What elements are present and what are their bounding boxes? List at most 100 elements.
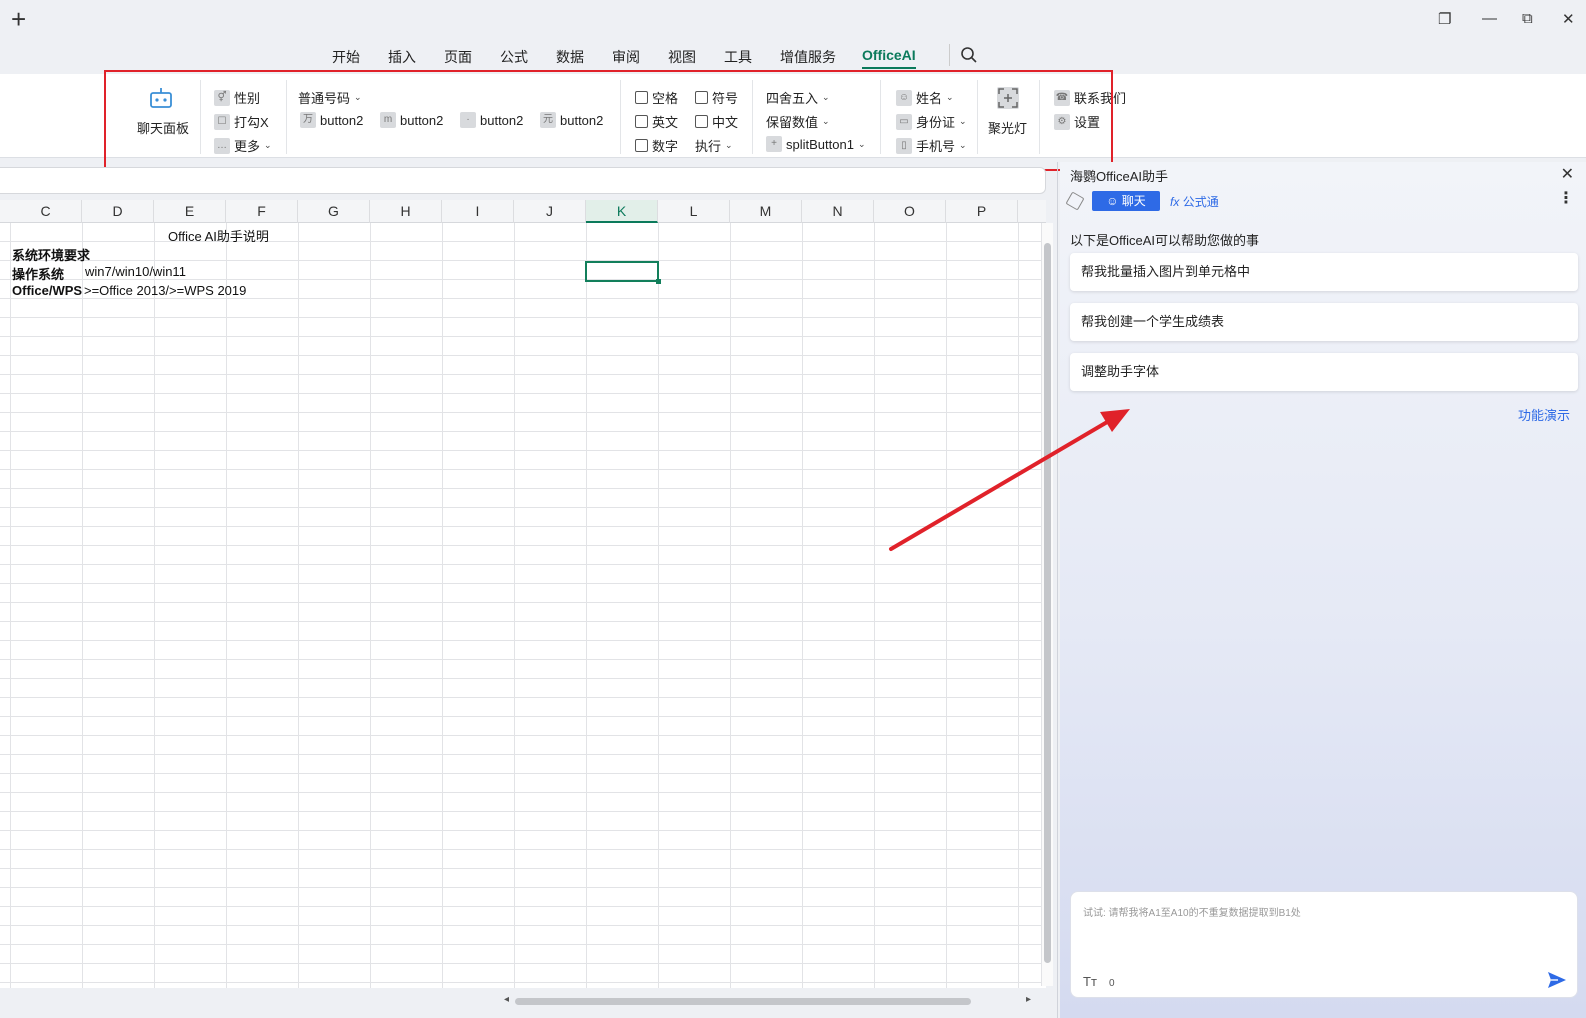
keep-value-dropdown[interactable]: 保留数值 ⌄	[766, 112, 830, 131]
currency-icon: 万	[300, 112, 316, 128]
column-header[interactable]: P	[946, 200, 1018, 223]
maximize-button[interactable]: ⧉	[1522, 10, 1533, 27]
title-bar: + ❐ — ⧉ ✕	[0, 0, 1586, 40]
tab-officeai[interactable]: OfficeAI	[862, 47, 916, 69]
contact-us-button[interactable]: ☎ 联系我们	[1054, 88, 1126, 107]
scroll-thumb[interactable]	[515, 998, 971, 1005]
button2-b[interactable]: m button2	[380, 112, 443, 128]
horizontal-scrollbar[interactable]: ◂ ▸	[0, 990, 1046, 1014]
chinese-checkbox[interactable]: 中文	[695, 112, 738, 131]
ribbon-divider	[286, 80, 287, 154]
id-card-icon: ▭	[896, 113, 912, 130]
column-header[interactable]: F	[226, 200, 298, 223]
column-header[interactable]: M	[730, 200, 802, 223]
number-checkbox[interactable]: 数字	[635, 136, 678, 155]
feature-demo-link[interactable]: 功能演示	[1518, 405, 1570, 424]
tab-review[interactable]: 审阅	[612, 47, 640, 67]
symbol-checkbox[interactable]: 符号	[695, 88, 738, 107]
cell-os-value[interactable]: win7/win10/win11	[85, 264, 186, 279]
suggestion-card[interactable]: 帮我创建一个学生成绩表	[1070, 303, 1578, 341]
column-header-selected[interactable]: K	[586, 200, 658, 223]
normal-number-dropdown[interactable]: 普通号码 ⌄	[298, 88, 362, 107]
column-header[interactable]: H	[370, 200, 442, 223]
column-header[interactable]: O	[874, 200, 946, 223]
font-size-icon[interactable]: Tт	[1083, 974, 1097, 989]
chat-input-placeholder: 试试: 请帮我将A1至A10的不重复数据提取到B1处	[1083, 908, 1301, 919]
chat-panel-label: 聊天面板	[137, 121, 190, 136]
chevron-down-icon: ⌄	[959, 116, 967, 126]
spreadsheet: C D E F G H I J K L M N O P	[0, 200, 1046, 988]
id-card-dropdown[interactable]: ▭ 身份证 ⌄	[896, 112, 967, 131]
chat-input-box[interactable]: 试试: 请帮我将A1至A10的不重复数据提取到B1处 Tт 0	[1070, 891, 1578, 998]
cell-office-value[interactable]: >=Office 2013/>=WPS 2019	[84, 283, 246, 298]
column-header-row: C D E F G H I J K L M N O P	[0, 200, 1046, 223]
column-header[interactable]: N	[802, 200, 874, 223]
more-dropdown[interactable]: … 更多 ⌄	[214, 136, 272, 155]
tab-view[interactable]: 视图	[668, 47, 696, 67]
formula-tab-button[interactable]: fx 公式通	[1170, 193, 1219, 210]
panel-divider	[1057, 162, 1058, 1018]
cell-title[interactable]: Office AI助手说明	[168, 226, 269, 245]
button2-a[interactable]: 万 button2	[300, 112, 363, 128]
tab-value-added[interactable]: 增值服务	[780, 47, 836, 67]
round-dropdown[interactable]: 四舍五入 ⌄	[766, 88, 830, 107]
tab-tools[interactable]: 工具	[724, 47, 752, 67]
cell-os-label[interactable]: 操作系统	[12, 264, 64, 283]
tab-start[interactable]: 开始	[332, 47, 360, 67]
column-header[interactable]: I	[442, 200, 514, 223]
chevron-down-icon: ⌄	[264, 140, 272, 150]
send-icon[interactable]	[1547, 970, 1567, 990]
tab-formula[interactable]: 公式	[500, 47, 528, 67]
suggestion-card[interactable]: 调整助手字体	[1070, 353, 1578, 391]
cell-grid[interactable]	[0, 223, 1046, 988]
close-icon[interactable]: ✕	[1561, 164, 1574, 184]
column-header[interactable]: G	[298, 200, 370, 223]
execute-dropdown[interactable]: 执行 ⌄	[695, 136, 733, 155]
minimize-button[interactable]: —	[1482, 10, 1497, 27]
column-header[interactable]: J	[514, 200, 586, 223]
ribbon-divider	[1039, 80, 1040, 154]
column-header[interactable]: D	[82, 200, 154, 223]
cell-env-req[interactable]: 系统环境要求	[12, 245, 90, 264]
vertical-scrollbar[interactable]	[1041, 223, 1053, 986]
column-header[interactable]: E	[154, 200, 226, 223]
ribbon-divider	[752, 80, 753, 154]
split-button[interactable]: + splitButton1 ⌄	[766, 136, 865, 152]
spotlight-button[interactable]: 聚光灯	[988, 84, 1032, 136]
yuan-icon: 元	[540, 112, 556, 128]
ribbon-divider	[200, 80, 201, 154]
chevron-down-icon: ⌄	[946, 92, 954, 102]
chevron-down-icon: ⌄	[959, 140, 967, 150]
tab-data[interactable]: 数据	[556, 47, 584, 67]
new-tab-button[interactable]: +	[11, 6, 26, 32]
button2-c[interactable]: · button2	[460, 112, 523, 128]
space-checkbox[interactable]: 空格	[635, 88, 678, 107]
chat-panel-button[interactable]: 聊天面板	[134, 84, 194, 136]
cube-icon[interactable]	[1065, 191, 1085, 211]
english-checkbox[interactable]: 英文	[635, 112, 678, 131]
dot-icon: ·	[460, 112, 476, 128]
selected-cell-k3[interactable]	[585, 261, 661, 284]
tab-insert[interactable]: 插入	[388, 47, 416, 67]
scroll-left-icon[interactable]: ◂	[504, 994, 509, 1005]
column-header[interactable]: L	[658, 200, 730, 223]
chat-tab-button[interactable]: ☺ 聊天	[1092, 191, 1160, 211]
cell-office-label[interactable]: Office/WPS	[12, 283, 82, 298]
phone-dropdown[interactable]: ▯ 手机号 ⌄	[896, 136, 967, 155]
gender-button[interactable]: ⚥ 性别	[214, 88, 260, 107]
restore-layout-icon[interactable]: ❐	[1438, 10, 1451, 28]
formula-input[interactable]	[0, 167, 1046, 194]
close-button[interactable]: ✕	[1562, 10, 1575, 28]
scroll-right-icon[interactable]: ▸	[1026, 994, 1031, 1005]
settings-button[interactable]: ⚙ 设置	[1054, 112, 1100, 131]
button2-d[interactable]: 元 button2	[540, 112, 603, 128]
search-icon[interactable]	[960, 46, 978, 64]
check-x-button[interactable]: ☐ 打勾X	[214, 112, 269, 131]
assistant-panel: 海鹦OfficeAI助手 ✕ ☺ 聊天 fx 公式通 ⋮ 以下是OfficeAI…	[1060, 162, 1586, 1018]
column-header[interactable]: C	[10, 200, 82, 223]
suggestion-card[interactable]: 帮我批量插入图片到单元格中	[1070, 253, 1578, 291]
tab-page[interactable]: 页面	[444, 47, 472, 67]
scroll-thumb[interactable]	[1044, 243, 1051, 963]
more-vertical-icon[interactable]: ⋮	[1558, 188, 1574, 208]
name-dropdown[interactable]: ☺ 姓名 ⌄	[896, 88, 954, 107]
